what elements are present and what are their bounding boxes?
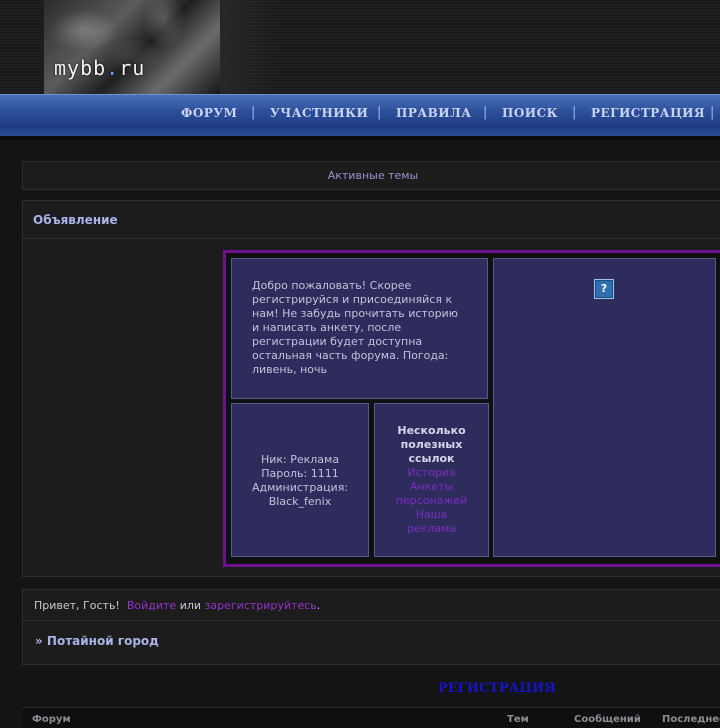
nav-rules[interactable]: ПРАВИЛА: [396, 106, 472, 120]
nav-separator: |: [377, 105, 382, 120]
nick-text: Ник: Реклама: [260, 453, 340, 466]
link-profiles-2[interactable]: персонажей: [375, 494, 488, 507]
greeting-suffix: .: [316, 599, 321, 612]
welcome-text: Добро пожаловать! Скорее регистрируйся и…: [252, 279, 458, 376]
login-link[interactable]: Войдите: [127, 599, 176, 612]
admin-label: Администрация:: [251, 481, 349, 494]
announcement-frame: Добро пожаловать! Скорее регистрируйся и…: [223, 250, 720, 567]
useful-links-title: Несколько полезных ссылок: [375, 424, 488, 466]
link-ads-2[interactable]: реклама: [375, 522, 488, 535]
image-panel: ?: [493, 258, 716, 557]
useful-links-panel: Несколько полезных ссылок История Анкеты…: [374, 403, 489, 557]
forum-breadcrumb[interactable]: » Потайной город: [35, 634, 159, 648]
nav-separator: |: [572, 105, 577, 120]
forum-table-header: Форум Тем Сообщений Последнее: [22, 707, 720, 728]
nav-separator: |: [483, 105, 488, 120]
main-nav: ФОРУМ | УЧАСТНИКИ | ПРАВИЛА | ПОИСК | РЕ…: [0, 94, 720, 139]
logo-dot: .: [106, 56, 120, 80]
active-topics-link[interactable]: Активные темы: [22, 161, 720, 190]
divider: [23, 620, 720, 621]
announcement-title: Объявление: [33, 213, 118, 227]
useful-links-title-line: Несколько: [397, 424, 466, 437]
greeting-block: Привет, Гость! Войдите или зарегистрируй…: [22, 589, 720, 665]
nav-forum[interactable]: ФОРУМ: [181, 106, 237, 120]
divider: [23, 238, 720, 239]
welcome-panel: Добро пожаловать! Скорее регистрируйся и…: [231, 258, 488, 399]
useful-links-title-line: полезных: [400, 438, 463, 451]
login-info-panel: Ник: Реклама Пароль: 1111 Администрация:…: [231, 403, 369, 557]
nav-register[interactable]: РЕГИСТРАЦИЯ: [591, 106, 705, 120]
logo-tld: ru: [119, 56, 146, 80]
link-profiles[interactable]: Анкеты: [375, 480, 488, 493]
announcement-block: Объявление Добро пожаловать! Скорее реги…: [22, 200, 720, 577]
admin-name: Black_fenix: [268, 495, 332, 508]
link-history[interactable]: История: [375, 466, 488, 479]
site-header: mybb.ru: [0, 0, 720, 94]
useful-links-title-line: ссылок: [408, 452, 455, 465]
nav-separator: |: [710, 105, 715, 120]
nav-separator: |: [251, 105, 256, 120]
password-text: Пароль: 1111: [261, 467, 339, 480]
register-link[interactable]: зарегистрируйтесь: [205, 599, 317, 612]
registration-link[interactable]: РЕГИСТРАЦИЯ: [438, 681, 556, 696]
link-ads[interactable]: Наша: [375, 508, 488, 521]
nav-search[interactable]: ПОИСК: [502, 106, 558, 120]
greeting-prefix: Привет, Гость!: [34, 599, 120, 612]
nav-divider: [0, 136, 720, 140]
logo-text: mybb: [54, 56, 107, 80]
greeting-line: Привет, Гость! Войдите или зарегистрируй…: [34, 599, 320, 612]
site-logo[interactable]: mybb.ru: [54, 56, 145, 80]
broken-image-icon: ?: [594, 279, 614, 299]
greeting-or: или: [179, 599, 202, 612]
nav-members[interactable]: УЧАСТНИКИ: [270, 106, 368, 120]
